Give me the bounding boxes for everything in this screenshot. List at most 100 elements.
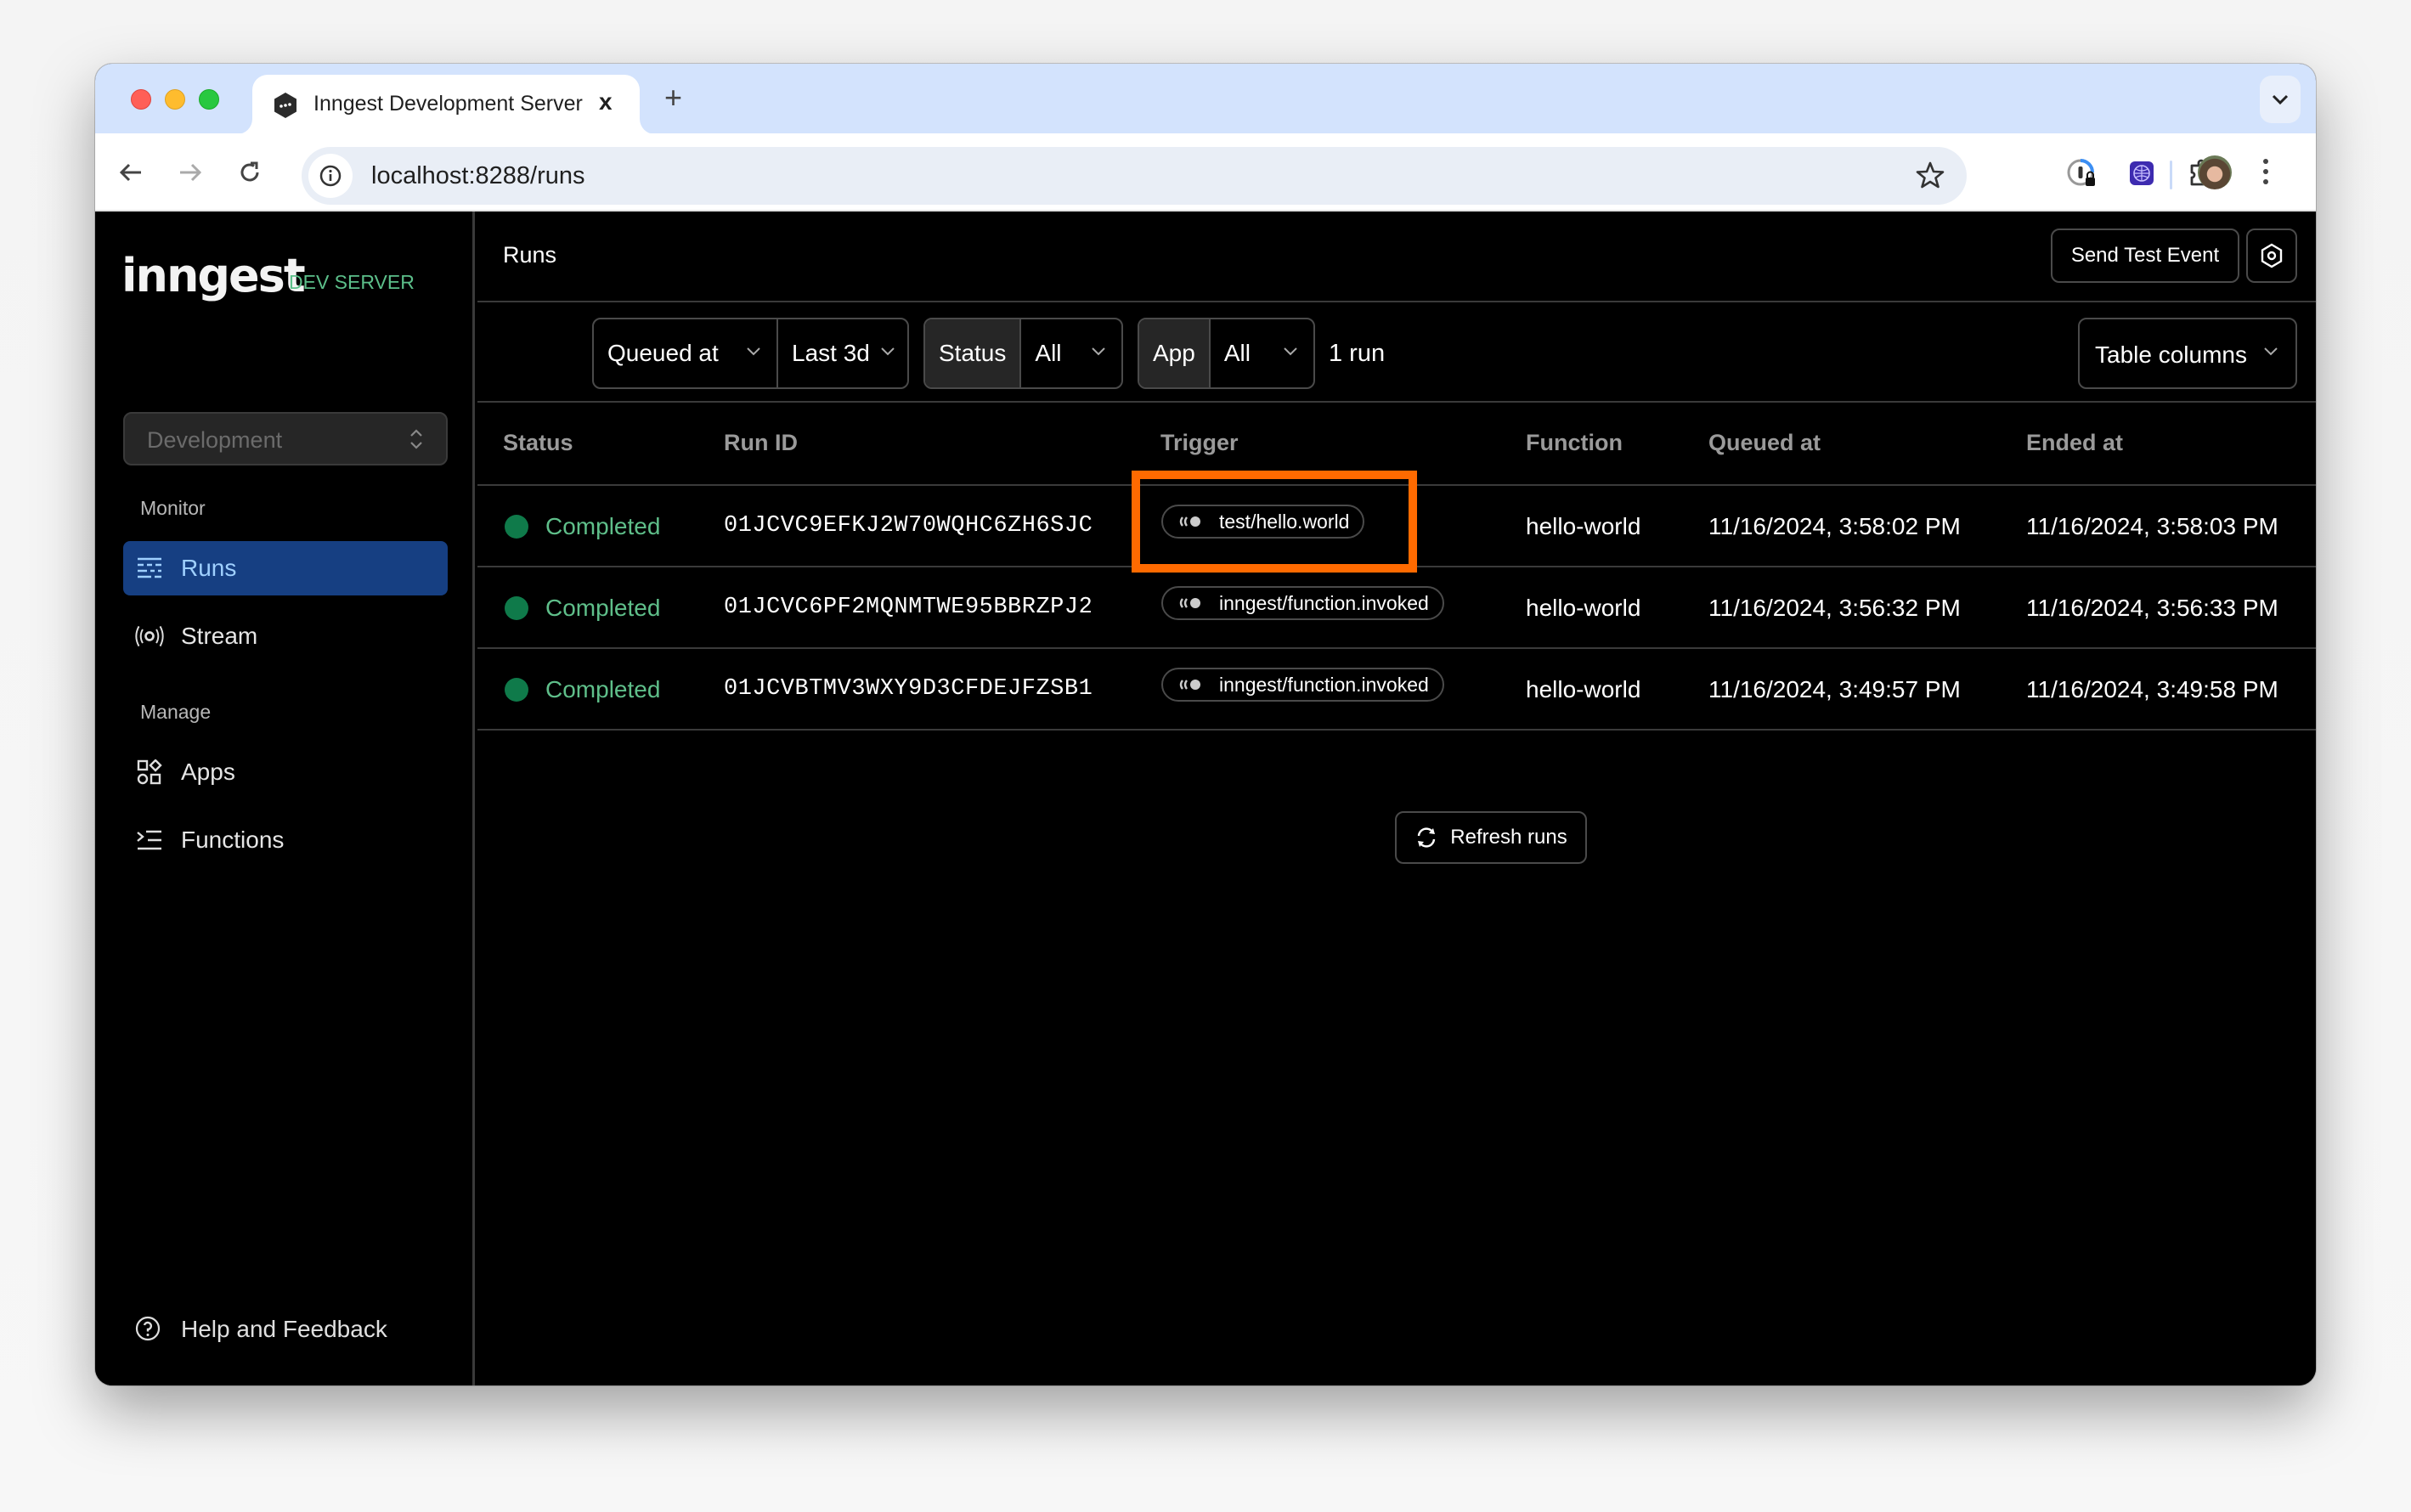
tab-search-button[interactable] (2260, 76, 2301, 123)
password-manager-extension[interactable] (2066, 157, 2098, 189)
table-row[interactable]: Completed 01JCVC6PF2MQNMTWE95BBRZPJ2 inn… (477, 567, 2316, 649)
minimize-window-button[interactable] (165, 89, 185, 110)
app-filter[interactable]: App All (1138, 318, 1315, 389)
chevron-down-icon (2272, 94, 2289, 104)
table-columns-label: Table columns (2095, 341, 2247, 368)
sidebar-item-label: Apps (181, 759, 235, 785)
stream-icon (135, 623, 164, 650)
sidebar-item-runs[interactable]: Runs (123, 541, 448, 595)
chevron-down-icon (1284, 347, 1297, 356)
time-field-value: Queued at (607, 340, 719, 366)
status-dot-icon (505, 678, 528, 702)
trigger-pill[interactable]: inngest/function.invoked (1161, 586, 1444, 620)
column-header-function: Function (1526, 430, 1623, 455)
star-icon (1916, 161, 1945, 189)
app-filter-value: All (1223, 340, 1251, 366)
run-count: 1 run (1329, 340, 1386, 367)
run-id: 01JCVBTMV3WXY9D3CFDEJFZSB1 (724, 676, 1093, 702)
help-label: Help and Feedback (181, 1316, 387, 1342)
chevron-down-icon (1092, 347, 1105, 356)
table-header: Status Run ID Trigger Function Queued at… (477, 403, 2316, 486)
hexagon-settings-icon (2261, 243, 2283, 268)
table-columns-button[interactable]: Table columns (2078, 318, 2297, 389)
info-icon (319, 165, 342, 187)
ended-at: 11/16/2024, 3:49:58 PM (2026, 676, 2278, 702)
url-text[interactable]: localhost:8288/runs (371, 162, 585, 190)
sidebar-item-label: Functions (181, 827, 285, 853)
queued-at: 11/16/2024, 3:56:32 PM (1708, 595, 1961, 621)
profile-avatar[interactable] (2198, 155, 2232, 189)
refresh-label: Refresh runs (1450, 826, 1567, 849)
arrow-right-icon (180, 163, 202, 182)
runs-icon (135, 555, 164, 582)
queued-at: 11/16/2024, 3:58:02 PM (1708, 513, 1961, 539)
bookmark-button[interactable] (1916, 161, 1945, 194)
dev-server-tag: DEV SERVER (289, 271, 415, 293)
inngest-logo[interactable]: inngest (121, 249, 306, 302)
address-bar[interactable]: localhost:8288/runs (302, 147, 1967, 205)
status-text: Completed (545, 595, 661, 621)
refresh-runs-button[interactable]: Refresh runs (1395, 811, 1587, 864)
chevron-down-icon (881, 347, 895, 356)
event-icon (1178, 678, 1204, 691)
tab-bar: Inngest Development Server x + (95, 64, 2316, 134)
sidebar-item-functions[interactable]: Functions (123, 813, 448, 867)
trigger-pill[interactable]: test/hello.world (1161, 505, 1365, 539)
trigger-pill[interactable]: inngest/function.invoked (1161, 668, 1444, 702)
app-filter-key: App (1139, 319, 1209, 387)
column-header-ended-at: Ended at (2026, 430, 2124, 455)
reload-button[interactable] (233, 155, 267, 189)
time-range-value: Last 3d (792, 340, 870, 366)
status-text: Completed (545, 676, 661, 702)
help-and-feedback-link[interactable]: Help and Feedback (123, 1307, 448, 1350)
back-button[interactable] (114, 155, 148, 189)
time-field-select[interactable]: Queued at (594, 319, 776, 387)
sidebar-item-stream[interactable]: Stream (123, 609, 448, 663)
browser-window: Inngest Development Server x + localhost… (95, 64, 2316, 1385)
table-row[interactable]: Completed 01JCVC9EFKJ2W70WQHC6ZH6SJC tes… (477, 486, 2316, 567)
ended-at: 11/16/2024, 3:56:33 PM (2026, 595, 2278, 621)
function-name: hello-world (1526, 513, 1641, 539)
environment-value: Development (147, 427, 283, 453)
globe-extension[interactable] (2126, 157, 2158, 189)
time-filter: Queued at Last 3d (592, 318, 909, 389)
close-window-button[interactable] (131, 89, 151, 110)
browser-menu-button[interactable] (2261, 157, 2270, 190)
status-filter[interactable]: Status All (923, 318, 1123, 389)
tab-close-icon[interactable]: x (599, 88, 613, 116)
browser-tab[interactable]: Inngest Development Server x (252, 75, 640, 134)
status-dot-icon (505, 596, 528, 620)
section-label-monitor: Monitor (140, 497, 206, 519)
page-header: Runs Send Test Event (477, 212, 2316, 302)
runs-table: Status Run ID Trigger Function Queued at… (477, 403, 2316, 731)
password-manager-icon (2067, 159, 2095, 186)
app-filter-select[interactable]: All (1208, 319, 1313, 387)
time-range-select[interactable]: Last 3d (776, 319, 907, 387)
status-filter-key: Status (925, 319, 1020, 387)
inngest-app: inngest DEV SERVER Development Monitor R… (95, 212, 2316, 1385)
function-name: hello-world (1526, 595, 1641, 621)
status-filter-value: All (1035, 340, 1062, 366)
trigger-name: test/hello.world (1219, 510, 1350, 533)
function-name: hello-world (1526, 676, 1641, 702)
environment-select[interactable]: Development (123, 412, 448, 465)
column-header-queued-at: Queued at (1708, 430, 1821, 455)
status-dot-icon (505, 515, 528, 539)
sidebar-item-label: Stream (181, 623, 258, 649)
status-filter-select[interactable]: All (1019, 319, 1121, 387)
site-info-button[interactable] (308, 154, 353, 198)
new-tab-button[interactable]: + (664, 82, 682, 113)
table-row[interactable]: Completed 01JCVBTMV3WXY9D3CFDEJFZSB1 inn… (477, 649, 2316, 731)
arrow-left-icon (119, 163, 141, 182)
ended-at: 11/16/2024, 3:58:03 PM (2026, 513, 2278, 539)
column-header-run-id: Run ID (724, 430, 798, 455)
forward-button[interactable] (173, 155, 207, 189)
trigger-name: inngest/function.invoked (1219, 673, 1429, 696)
toolbar-divider (2170, 161, 2172, 189)
send-test-event-button[interactable]: Send Test Event (2051, 228, 2239, 283)
settings-button[interactable] (2246, 228, 2297, 283)
maximize-window-button[interactable] (199, 89, 219, 110)
sidebar-item-apps[interactable]: Apps (123, 745, 448, 799)
inngest-favicon-icon (274, 93, 296, 118)
queued-at: 11/16/2024, 3:49:57 PM (1708, 676, 1961, 702)
